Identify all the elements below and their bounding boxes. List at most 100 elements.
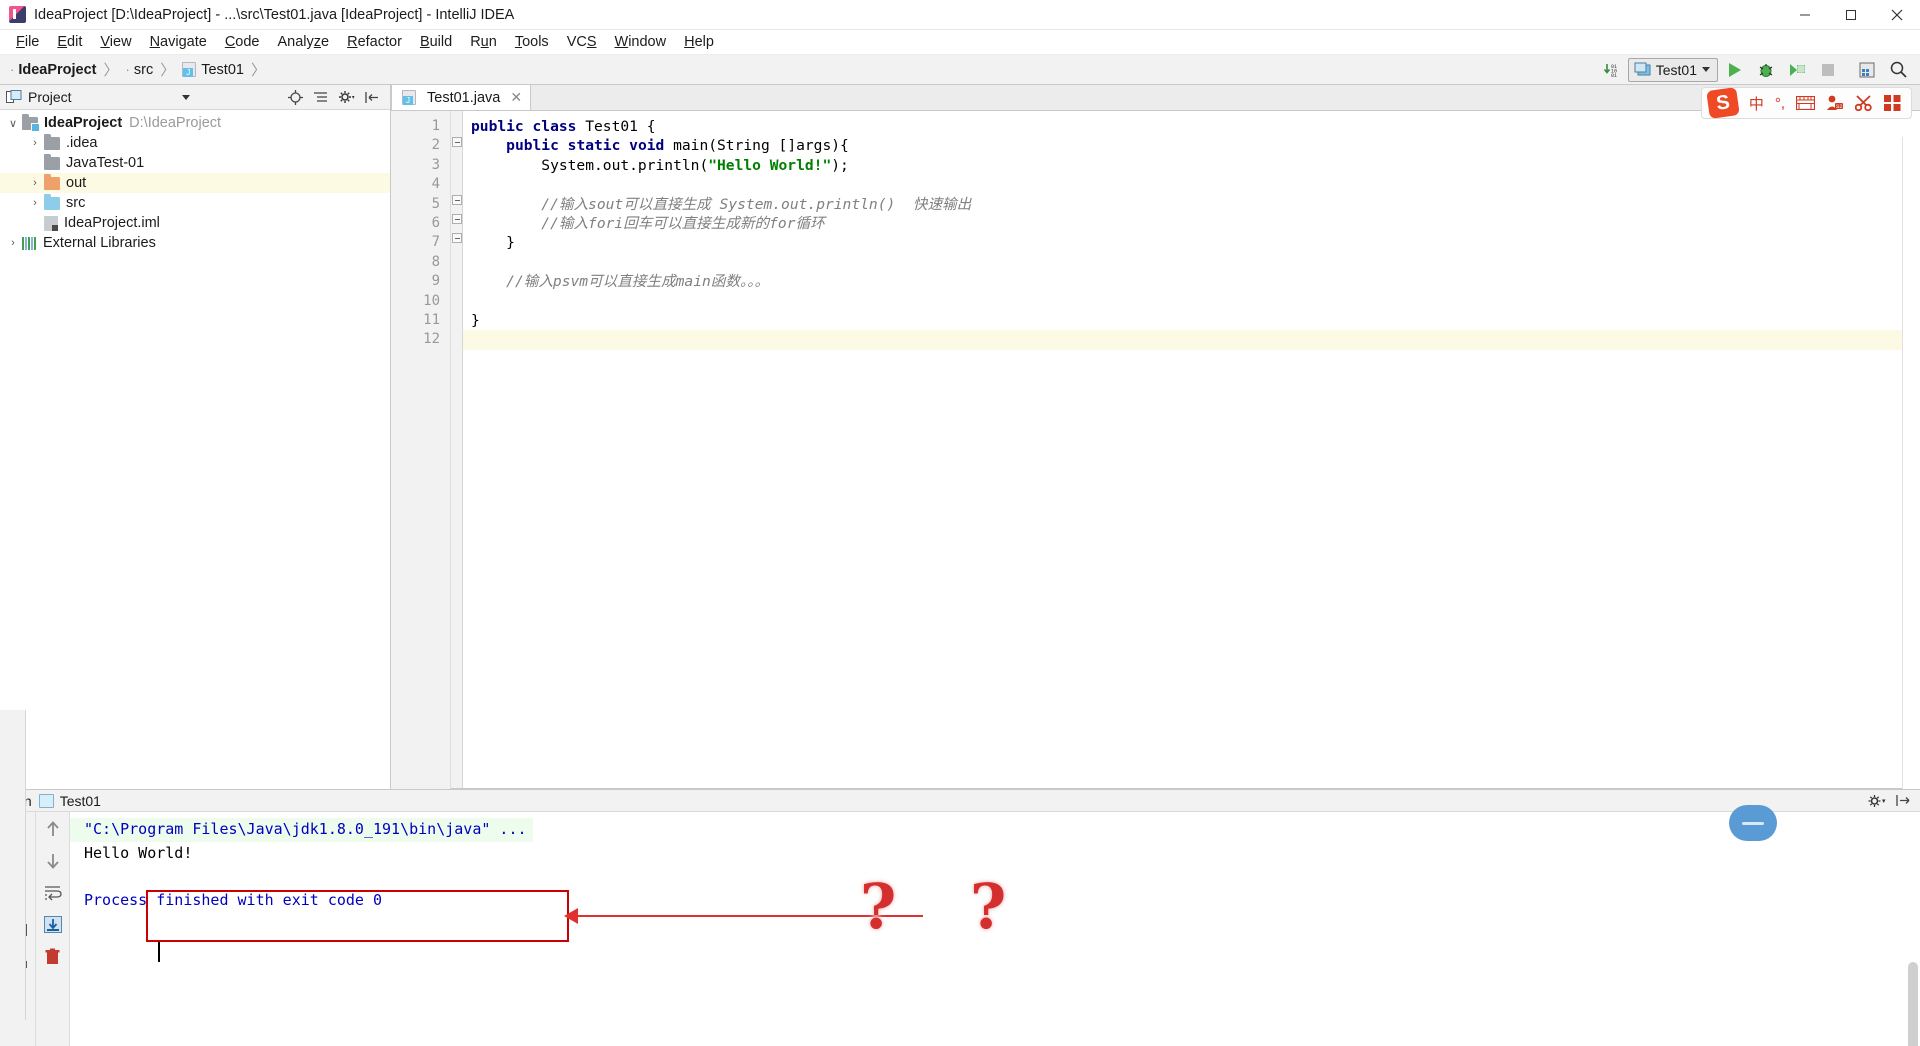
java-file-icon [402,90,416,105]
menu-item-edit[interactable]: Edit [48,31,91,53]
code-text[interactable]: public class Test01 { public static void… [463,111,1920,789]
menu-item-analyze[interactable]: Analyze [269,31,339,53]
tree-item-label: IdeaProject.iml [64,215,160,231]
collapse-all-icon [314,91,327,102]
run-button[interactable] [1721,57,1749,83]
main-content-area: Project ∨ IdeaProject D:\IdeaProject › .… [0,84,1920,789]
tree-item-ideaproject-iml[interactable]: IdeaProject.iml [0,213,390,233]
trash-icon[interactable] [42,946,64,967]
tree-expander-icon[interactable]: › [26,197,44,209]
scissors-icon[interactable] [1855,95,1873,111]
scroll-down-icon[interactable] [42,850,64,871]
tree-item-ideaproject[interactable]: ∨ IdeaProject D:\IdeaProject [0,113,390,133]
console-line-command: "C:\Program Files\Java\jdk1.8.0_191\bin\… [70,818,533,842]
run-tab-label: Test01 [59,792,101,809]
tree-expander-icon[interactable]: ∨ [4,117,22,130]
menu-item-code[interactable]: Code [216,31,269,53]
intellij-idea-logo-icon [9,6,26,23]
run-window-actions [1868,794,1920,808]
fold-marker-icon[interactable] [452,233,462,243]
punctuation-icon[interactable]: °, [1775,95,1785,112]
hide-panel-icon [365,91,378,103]
search-everywhere-icon[interactable] [1884,57,1912,83]
menu-item-run[interactable]: Run [461,31,506,53]
line-number: 1 [431,118,440,134]
menu-item-build[interactable]: Build [411,31,461,53]
chevron-down-icon[interactable] [1702,67,1710,72]
line-number: 5 [431,195,440,212]
soft-wrap-icon[interactable] [42,882,64,903]
menu-item-window[interactable]: Window [606,31,676,53]
svg-text:S2: S2 [1836,103,1843,110]
menu-item-navigate[interactable]: Navigate [141,31,216,53]
breadcrumb-project[interactable]: IdeaProject [18,62,96,78]
scroll-up-icon[interactable] [42,818,64,839]
menu-item-help[interactable]: Help [675,31,723,53]
grey-folder-icon [44,133,60,150]
tree-expander-icon[interactable]: › [26,137,44,149]
tree-item-external-libraries[interactable]: › External Libraries [0,233,390,253]
editor-bottom-border [451,788,1902,789]
floating-widget[interactable] [1729,805,1777,841]
editor-marker-strip[interactable] [1902,137,1920,789]
database-icon[interactable] [1853,57,1881,83]
breadcrumb: · IdeaProject 〉 · src 〉 Test01 〉 [10,59,273,80]
run-config-icon [38,793,54,808]
menu-item-refactor[interactable]: Refactor [338,31,411,53]
console-caret [158,942,160,962]
tab-test01-java[interactable]: Test01.java ✕ [391,84,532,110]
code-line: //输入fori回车可以直接生成新的for循环 [541,214,825,232]
menu-item-vcs[interactable]: VCS [558,31,606,53]
breadcrumb-separator-2: 〉 [160,62,176,79]
scroll-to-end-icon[interactable] [42,914,64,935]
keyboard-icon[interactable] [1796,96,1815,110]
stop-button [1814,57,1842,83]
menu-item-view[interactable]: View [91,31,140,53]
orange-folder-icon [44,173,60,190]
code-editor[interactable]: 1 2 3 4 5 6 7 8 9 10 11 12 public class [391,111,1920,789]
close-button[interactable] [1874,0,1920,30]
minimize-button[interactable] [1782,0,1828,30]
window-titlebar: IdeaProject [D:\IdeaProject] - ...\src\T… [0,0,1920,30]
menu-item-tools[interactable]: Tools [506,31,558,53]
fold-marker-icon[interactable] [452,214,462,224]
tree-item-out[interactable]: › out [0,173,390,193]
tree-expander-icon[interactable]: › [4,237,22,249]
console-scrollbar[interactable] [1908,962,1918,1046]
breadcrumb-file[interactable]: Test01 [201,62,244,78]
toolbox-icon[interactable] [1884,95,1901,111]
project-tree: ∨ IdeaProject D:\IdeaProject › .idea Jav… [0,110,390,253]
gear-icon [1868,794,1886,807]
run-tool-window: Run Test01 [0,789,1920,1046]
console-output[interactable]: "C:\Program Files\Java\jdk1.8.0_191\bin\… [70,812,1920,1046]
tree-item-label: out [66,175,87,191]
tree-expander-icon[interactable]: › [26,177,44,189]
project-view-dropdown-icon[interactable] [181,94,190,100]
code-folding-gutter[interactable] [451,111,463,789]
download-updates-icon[interactable]: 01 10 01 [1597,57,1625,83]
maximize-button[interactable] [1828,0,1874,30]
run-config-icon [1634,62,1651,76]
fold-marker-icon[interactable] [452,137,462,147]
breadcrumb-separator: 〉 [103,62,119,79]
menu-item-file[interactable]: File [7,31,48,53]
run-with-coverage-button[interactable] [1783,57,1811,83]
run-window-tab[interactable]: Test01 [38,792,101,809]
close-icon[interactable]: ✕ [510,89,522,106]
navigation-toolbar: · IdeaProject 〉 · src 〉 Test01 〉 01 10 0… [0,55,1920,85]
left-tool-rail [0,710,26,1020]
fold-marker-icon[interactable] [452,195,462,205]
chinese-mode-icon[interactable]: 中 [1749,93,1764,114]
tree-item-javatest01[interactable]: JavaTest-01 [0,153,390,173]
debug-button[interactable] [1752,57,1780,83]
user-icon[interactable]: S2 [1826,95,1844,111]
tree-item-src[interactable]: › src [0,193,390,213]
project-panel-title: Project [28,89,72,105]
run-config-name: Test01 [1655,61,1697,78]
menu-bar: File Edit View Navigate Code Analyze Ref… [0,30,1920,55]
sogou-logo-icon[interactable]: S [1706,87,1740,119]
run-configuration-selector[interactable]: Test01 [1627,57,1718,82]
toolbar-actions: 01 10 01 Test01 [1597,57,1920,83]
breadcrumb-src[interactable]: src [134,62,153,78]
tree-item-idea[interactable]: › .idea [0,133,390,153]
